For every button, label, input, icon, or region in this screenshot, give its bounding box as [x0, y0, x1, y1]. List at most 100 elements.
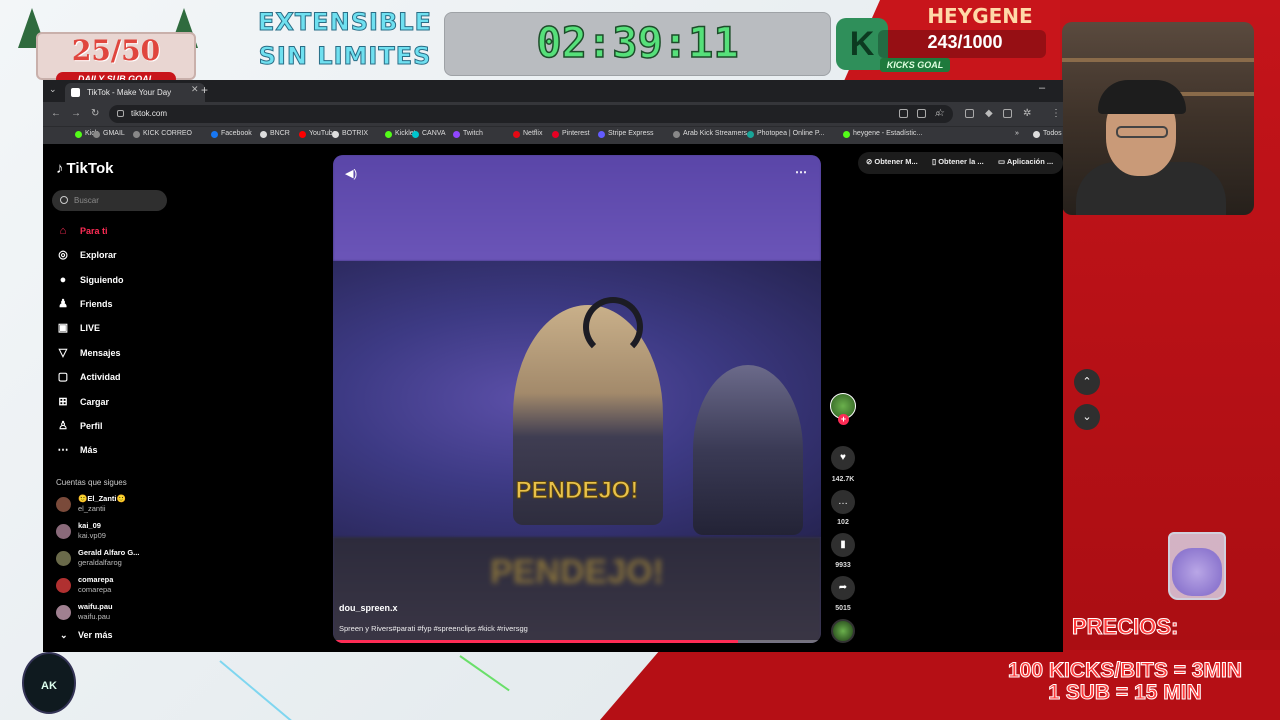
follow-plus-icon[interactable]: +	[838, 414, 849, 425]
screenshot-icon[interactable]	[917, 109, 926, 118]
bookmark-item[interactable]: Stripe Express	[598, 130, 654, 138]
bookmark-item[interactable]: BOTRIX	[332, 130, 368, 138]
bookmark-item[interactable]: BNCR	[260, 130, 290, 138]
extension-diamond-icon[interactable]: ◆	[985, 108, 993, 119]
new-tab-plus-icon[interactable]: +	[201, 83, 208, 97]
tiktok-page: ♪ TikTok Buscar ⌂ Para ti ◎ Explorar ● Siguien…	[43, 144, 1063, 652]
home-icon: ⌂	[59, 225, 67, 237]
bookmark-favicon-icon	[93, 131, 100, 138]
video-player[interactable]: PENDEJO! PENDEJO! ◀) ⋯ dou_spreen.x Spre…	[333, 155, 821, 643]
bookmark-favicon-icon	[1033, 131, 1040, 138]
following-account[interactable]: comarepa comarepa	[56, 575, 166, 597]
browser-tab-tiktok[interactable]: TikTok - Make Your Day	[65, 83, 205, 102]
stream-timer: 02:39:11	[536, 17, 740, 68]
translate-icon[interactable]	[899, 109, 908, 118]
video-blur-top	[333, 155, 821, 261]
bookmark-item[interactable]: Pinterest	[552, 130, 590, 138]
bookmarks-overflow-icon[interactable]: »	[1005, 130, 1019, 137]
reload-icon[interactable]: ↻	[91, 108, 99, 119]
get-coins-label: Obtener M...	[874, 157, 918, 166]
video-progress-fill	[333, 640, 739, 643]
extension-icon[interactable]	[1003, 109, 1012, 118]
bookmark-label: Todos	[1043, 130, 1062, 137]
bookmark-label: CANVA	[422, 130, 446, 137]
sidebar-item-activity[interactable]: ▢ Actividad	[56, 368, 121, 386]
get-app-label: Obtener la ...	[938, 157, 984, 166]
avatar	[56, 551, 71, 566]
live-icon: ▣	[57, 322, 69, 334]
bookmark-favicon-icon	[747, 131, 754, 138]
sidebar-item-compass[interactable]: ◎ Explorar	[56, 246, 116, 264]
bookmark-item[interactable]: KICK CORREO	[133, 130, 192, 138]
tiktok-logo[interactable]: ♪ TikTok	[56, 160, 113, 177]
account-display-name: waifu.pau	[78, 602, 113, 611]
bookmark-star-icon[interactable]: ☆	[936, 108, 945, 119]
sidebar-item-profile[interactable]: ♙ Perfil	[56, 417, 103, 435]
previous-video-chevron-up-icon[interactable]: ⌃	[1074, 369, 1100, 395]
tab-search-chevron-down-icon[interactable]: ⌄	[49, 84, 57, 95]
bookmark-item[interactable]: Arab Kick Streamers...	[673, 130, 754, 138]
bookmark-item[interactable]: Twitch	[453, 130, 483, 138]
bookmark-favicon-icon	[453, 131, 460, 138]
following-account[interactable]: 🙂El_Zanti🙂 el_zantii	[56, 494, 166, 516]
sidebar-item-messages[interactable]: ▽ Mensajes	[56, 344, 121, 362]
bookmark-icon[interactable]: ▮	[831, 533, 855, 557]
bookmark-label: Arab Kick Streamers...	[683, 130, 754, 137]
kicks-goal-label: KICKS GOAL	[880, 58, 950, 72]
bookmark-item[interactable]: CANVA	[412, 130, 446, 138]
sidebar-item-upload[interactable]: ⊞ Cargar	[56, 393, 109, 411]
bookmark-favicon-icon	[673, 131, 680, 138]
window-minimize-icon[interactable]: –	[1039, 82, 1045, 94]
music-disc-icon[interactable]	[831, 619, 855, 643]
forward-arrow-icon[interactable]: →	[71, 108, 81, 119]
like-heart-icon[interactable]: ♥	[831, 446, 855, 470]
sidebar-item-label: Cargar	[80, 397, 110, 407]
bookmark-favicon-icon	[133, 131, 140, 138]
bookmark-item[interactable]: heygene - Estadístic...	[843, 130, 922, 138]
browser-window: ⌄ TikTok - Make Your Day ✕ + – ← → ↻ tik…	[43, 80, 1063, 652]
video-description: Spreen y Rivers#parati #fyp #spreenclips…	[339, 624, 528, 633]
extension-icon[interactable]	[965, 109, 974, 118]
sidebar-item-label: Perfil	[80, 421, 103, 431]
desktop-app-button[interactable]: ▭ Aplicación ...	[998, 157, 1053, 166]
video-progress-bar[interactable]	[333, 640, 821, 643]
comment-icon[interactable]: …	[831, 490, 855, 514]
address-bar-input[interactable]: tiktok.com	[109, 105, 953, 123]
sidebar-item-home[interactable]: ⌂ Para ti	[56, 222, 108, 240]
more-options-icon[interactable]: ⋯	[795, 165, 807, 179]
following-account[interactable]: Gerald Alfaro G... geraldalfarog	[56, 548, 166, 570]
tiktok-note-icon: ♪	[56, 160, 64, 177]
back-arrow-icon[interactable]: ←	[51, 108, 61, 119]
menu-icon[interactable]: ⋮	[1051, 108, 1061, 119]
comment-count: 102	[837, 519, 849, 526]
bookmark-item[interactable]: Facebook	[211, 130, 252, 138]
get-coins-button[interactable]: ⊘ Obtener M...	[866, 157, 918, 166]
bookmark-item[interactable]: YouTube	[299, 130, 337, 138]
bookmark-item[interactable]: GMAIL	[93, 130, 125, 138]
share-arrow-icon[interactable]: ➦	[831, 576, 855, 600]
sidebar-item-more[interactable]: ⋯ Más	[56, 441, 98, 459]
bookmark-favicon-icon	[260, 131, 267, 138]
bookmark-item[interactable]: Todos	[1033, 130, 1062, 138]
next-video-chevron-down-icon[interactable]: ⌄	[1074, 404, 1100, 430]
get-app-button[interactable]: ▯ Obtener la ...	[932, 157, 984, 166]
video-author[interactable]: dou_spreen.x	[339, 603, 398, 613]
video-caption-blurred: PENDEJO!	[490, 553, 664, 591]
bookmark-favicon-icon	[513, 131, 520, 138]
puzzle-icon[interactable]: ✲	[1023, 108, 1031, 119]
following-account[interactable]: waifu.pau waifu.pau	[56, 602, 166, 624]
site-info-icon[interactable]	[117, 110, 124, 117]
activity-icon: ▢	[57, 371, 69, 383]
volume-icon[interactable]: ◀)	[345, 167, 357, 180]
see-more-button[interactable]: ⌄ Ver más	[56, 630, 113, 640]
sidebar-item-following[interactable]: ● Siguiendo	[56, 271, 124, 289]
bookmark-item[interactable]: Photopea | Online P...	[747, 130, 824, 138]
bookmark-item[interactable]: Netflix	[513, 130, 542, 138]
search-input[interactable]: Buscar	[52, 190, 167, 211]
sidebar-item-live[interactable]: ▣ LIVE	[56, 319, 100, 337]
following-account[interactable]: kai_09 kai.vp09	[56, 521, 166, 543]
tab-close-icon[interactable]: ✕	[191, 84, 199, 95]
video-caption: PENDEJO!	[515, 477, 639, 505]
bookmark-label: Facebook	[221, 130, 252, 137]
sidebar-item-friends[interactable]: ♟ Friends	[56, 295, 112, 313]
